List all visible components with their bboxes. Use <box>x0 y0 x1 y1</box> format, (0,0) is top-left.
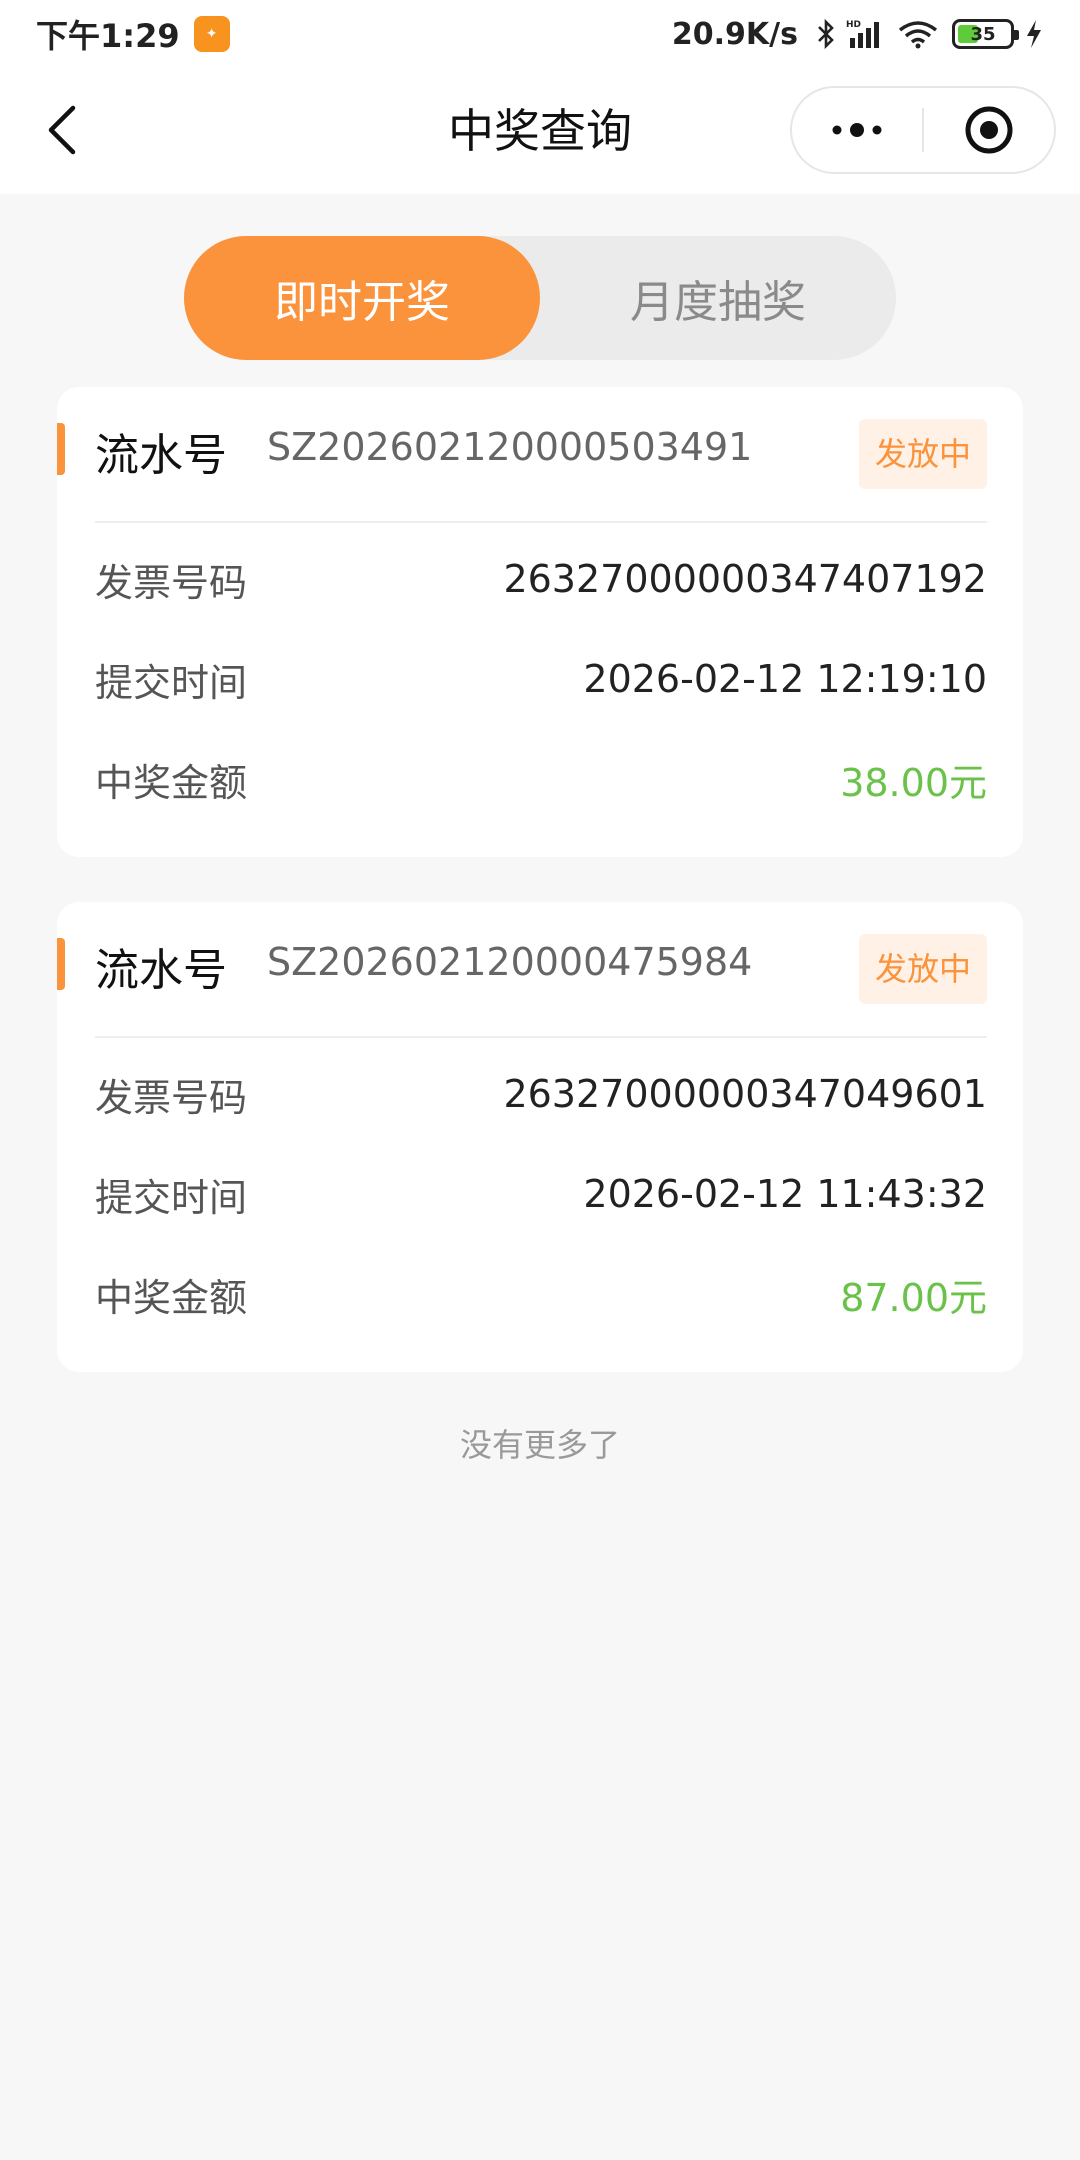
back-button[interactable] <box>32 100 92 160</box>
prize-amount-value: 87.00元 <box>840 1275 987 1320</box>
network-speed: 20.9K/s <box>671 16 798 52</box>
submit-time-value: 2026-02-12 12:19:10 <box>583 657 987 701</box>
prize-amount-value: 38.00元 <box>840 760 987 805</box>
app-notification-icon: ✦ <box>193 16 230 52</box>
tab-instant-draw[interactable]: 即时开奖 <box>184 236 540 360</box>
tab-monthly-draw[interactable]: 月度抽奖 <box>540 236 896 360</box>
prize-record-card[interactable]: 流水号 SZ202602120000475984 发放中 发票号码 263270… <box>57 902 1023 1372</box>
submit-time-label: 提交时间 <box>95 1175 248 1220</box>
invoice-number-value: 26327000000347049601 <box>503 1072 987 1116</box>
invoice-number-value: 26327000000347407192 <box>503 557 987 601</box>
battery-icon: 35 <box>952 19 1019 49</box>
charging-icon <box>1024 18 1044 50</box>
no-more-text: 没有更多了 <box>459 1426 620 1464</box>
draw-type-tabs: 即时开奖 月度抽奖 <box>184 236 896 360</box>
invoice-number-row: 发票号码 26327000000347407192 <box>95 549 987 609</box>
submit-time-label: 提交时间 <box>95 660 248 705</box>
close-miniprogram-button[interactable] <box>924 88 1054 172</box>
status-badge: 发放中 <box>858 419 987 489</box>
invoice-number-row: 发票号码 26327000000347049601 <box>95 1064 987 1124</box>
invoice-number-label: 发票号码 <box>95 560 248 605</box>
prize-amount-row: 中奖金额 38.00元 <box>95 749 987 809</box>
card-divider <box>95 1036 987 1038</box>
status-badge: 发放中 <box>858 934 987 1004</box>
chevron-left-icon <box>48 105 76 155</box>
card-header: 流水号 SZ202602120000503491 发放中 <box>57 387 1023 521</box>
card-header: 流水号 SZ202602120000475984 发放中 <box>57 902 1023 1036</box>
card-accent-bar <box>57 938 65 990</box>
status-left: 下午1:29 ✦ <box>36 11 230 57</box>
submit-time-value: 2026-02-12 11:43:32 <box>583 1172 987 1216</box>
target-circle-icon <box>965 106 1013 154</box>
nav-bar: 中奖查询 <box>0 68 1080 194</box>
serial-label: 流水号 <box>95 945 227 996</box>
prize-amount-row: 中奖金额 87.00元 <box>95 1264 987 1324</box>
card-accent-bar <box>57 423 65 475</box>
battery-percent: 35 <box>970 23 996 45</box>
status-time: 下午1:29 <box>36 17 180 55</box>
card-divider <box>95 521 987 523</box>
status-right: 20.9K/s HD 35 <box>672 17 1044 52</box>
status-bar: 下午1:29 ✦ 20.9K/s HD 35 <box>0 0 1080 68</box>
serial-number: SZ202602120000475984 <box>267 940 753 984</box>
more-dots-icon <box>832 123 882 137</box>
svg-text:HD: HD <box>846 20 861 30</box>
more-button[interactable] <box>792 88 922 172</box>
bluetooth-icon <box>816 18 836 50</box>
serial-label: 流水号 <box>95 430 227 481</box>
signal-icon: HD <box>846 18 886 50</box>
submit-time-row: 提交时间 2026-02-12 11:43:32 <box>95 1164 987 1224</box>
prize-amount-label: 中奖金额 <box>95 1275 248 1320</box>
wifi-icon <box>896 18 940 50</box>
miniprogram-capsule <box>790 86 1056 174</box>
serial-number: SZ202602120000503491 <box>267 425 753 469</box>
submit-time-row: 提交时间 2026-02-12 12:19:10 <box>95 649 987 709</box>
prize-amount-label: 中奖金额 <box>95 760 248 805</box>
invoice-number-label: 发票号码 <box>95 1075 248 1120</box>
prize-record-card[interactable]: 流水号 SZ202602120000503491 发放中 发票号码 263270… <box>57 387 1023 857</box>
